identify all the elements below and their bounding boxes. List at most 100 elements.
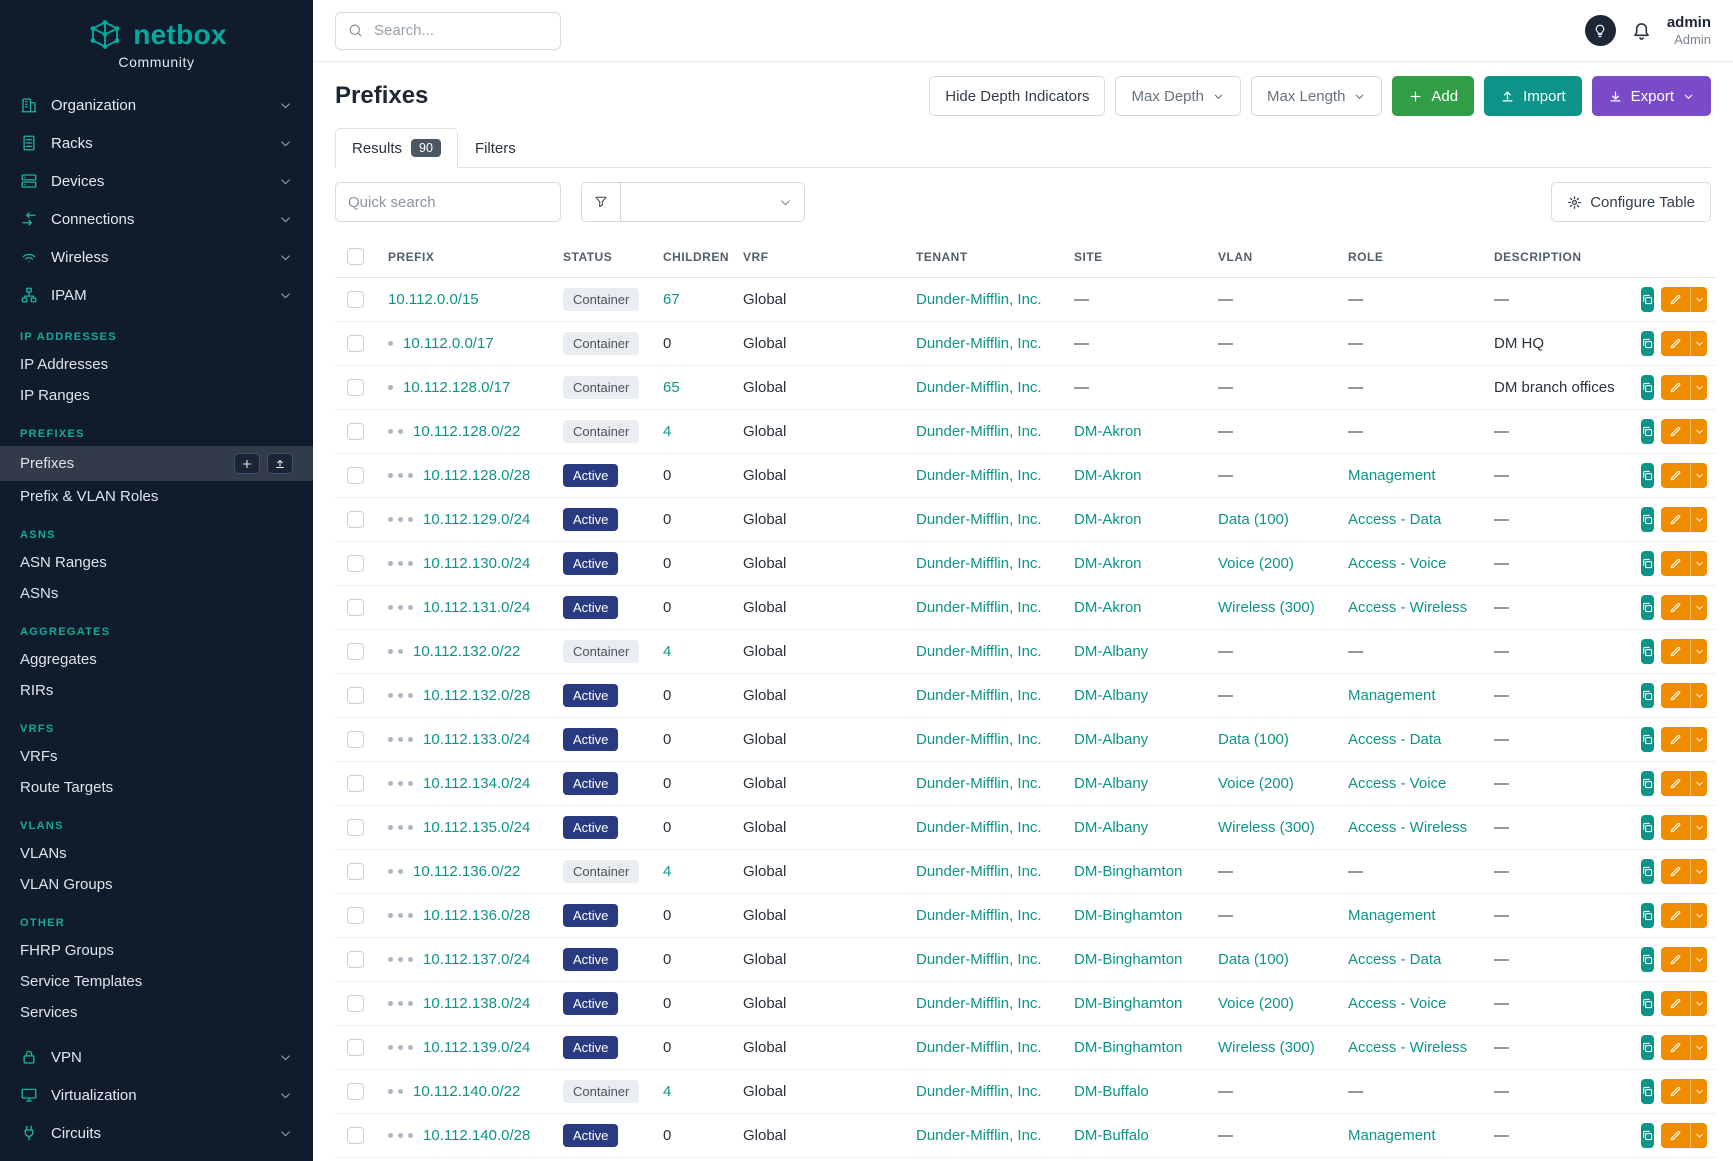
row-checkbox[interactable] <box>347 1083 364 1100</box>
row-checkbox[interactable] <box>347 995 364 1012</box>
clone-button[interactable] <box>1641 419 1654 444</box>
role-link[interactable]: Access - Wireless <box>1348 1039 1467 1056</box>
edit-dropdown-button[interactable] <box>1690 903 1707 928</box>
edit-button[interactable] <box>1661 639 1690 664</box>
role-link[interactable]: Management <box>1348 1127 1436 1144</box>
site-link[interactable]: DM-Akron <box>1074 423 1142 440</box>
site-link[interactable]: DM-Akron <box>1074 599 1142 616</box>
prefix-link[interactable]: 10.112.0.0/17 <box>403 335 494 352</box>
import-button[interactable]: Import <box>1484 76 1582 116</box>
row-checkbox[interactable] <box>347 863 364 880</box>
site-link[interactable]: DM-Binghamton <box>1074 863 1182 880</box>
tenant-link[interactable]: Dunder-Mifflin, Inc. <box>916 863 1042 880</box>
row-checkbox[interactable] <box>347 379 364 396</box>
tenant-link[interactable]: Dunder-Mifflin, Inc. <box>916 951 1042 968</box>
tab-filters[interactable]: Filters <box>458 128 533 168</box>
edit-button[interactable] <box>1661 551 1690 576</box>
row-checkbox[interactable] <box>347 511 364 528</box>
sidebar-item-aggregates[interactable]: Aggregates <box>0 644 313 675</box>
sidebar-item-organization[interactable]: Organization <box>0 86 313 124</box>
children-link[interactable]: 4 <box>663 643 671 660</box>
tenant-link[interactable]: Dunder-Mifflin, Inc. <box>916 1127 1042 1144</box>
role-link[interactable]: Management <box>1348 687 1436 704</box>
tenant-link[interactable]: Dunder-Mifflin, Inc. <box>916 995 1042 1012</box>
dark-mode-toggle-button[interactable] <box>1585 15 1616 46</box>
prefix-link[interactable]: 10.112.129.0/24 <box>423 511 530 528</box>
row-checkbox[interactable] <box>347 335 364 352</box>
prefix-link[interactable]: 10.112.132.0/28 <box>423 687 530 704</box>
sidebar-item-service-templates[interactable]: Service Templates <box>0 966 313 997</box>
row-checkbox[interactable] <box>347 907 364 924</box>
site-link[interactable]: DM-Binghamton <box>1074 907 1182 924</box>
tenant-link[interactable]: Dunder-Mifflin, Inc. <box>916 907 1042 924</box>
clone-button[interactable] <box>1641 1035 1654 1060</box>
clone-button[interactable] <box>1641 1123 1654 1148</box>
site-link[interactable]: DM-Binghamton <box>1074 951 1182 968</box>
filter-button[interactable] <box>581 182 621 222</box>
tenant-link[interactable]: Dunder-Mifflin, Inc. <box>916 467 1042 484</box>
sidebar-item-devices[interactable]: Devices <box>0 162 313 200</box>
prefix-link[interactable]: 10.112.132.0/22 <box>413 643 520 660</box>
prefix-link[interactable]: 10.112.137.0/24 <box>423 951 530 968</box>
clone-button[interactable] <box>1641 551 1654 576</box>
saved-filter-select[interactable] <box>621 182 805 222</box>
export-button[interactable]: Export <box>1592 76 1711 116</box>
notifications-bell-icon[interactable] <box>1631 20 1652 41</box>
edit-dropdown-button[interactable] <box>1690 683 1707 708</box>
row-checkbox[interactable] <box>347 1127 364 1144</box>
clone-button[interactable] <box>1641 1079 1654 1104</box>
edit-dropdown-button[interactable] <box>1690 771 1707 796</box>
row-checkbox[interactable] <box>347 731 364 748</box>
sidebar-item-vlans[interactable]: VLANs <box>0 838 313 869</box>
edit-dropdown-button[interactable] <box>1690 551 1707 576</box>
sidebar-item-vrfs[interactable]: VRFs <box>0 741 313 772</box>
edit-dropdown-button[interactable] <box>1690 331 1707 356</box>
edit-dropdown-button[interactable] <box>1690 463 1707 488</box>
sidebar-item-services[interactable]: Services <box>0 997 313 1028</box>
edit-button[interactable] <box>1661 375 1690 400</box>
sidebar-item-ipam[interactable]: IPAM <box>0 276 313 314</box>
tab-results[interactable]: Results90 <box>335 128 458 168</box>
tenant-link[interactable]: Dunder-Mifflin, Inc. <box>916 1083 1042 1100</box>
edit-button[interactable] <box>1661 287 1690 312</box>
row-checkbox[interactable] <box>347 599 364 616</box>
children-link[interactable]: 4 <box>663 863 671 880</box>
role-link[interactable]: Access - Voice <box>1348 555 1446 572</box>
row-checkbox[interactable] <box>347 555 364 572</box>
row-checkbox[interactable] <box>347 687 364 704</box>
edit-dropdown-button[interactable] <box>1690 419 1707 444</box>
tenant-link[interactable]: Dunder-Mifflin, Inc. <box>916 775 1042 792</box>
children-link[interactable]: 67 <box>663 291 680 308</box>
edit-dropdown-button[interactable] <box>1690 507 1707 532</box>
prefix-link[interactable]: 10.112.136.0/22 <box>413 863 520 880</box>
prefix-link[interactable]: 10.112.136.0/28 <box>423 907 530 924</box>
tenant-link[interactable]: Dunder-Mifflin, Inc. <box>916 1039 1042 1056</box>
prefix-link[interactable]: 10.112.135.0/24 <box>423 819 530 836</box>
vlan-link[interactable]: Wireless (300) <box>1218 1039 1315 1056</box>
role-link[interactable]: Access - Data <box>1348 731 1441 748</box>
edit-dropdown-button[interactable] <box>1690 639 1707 664</box>
edit-button[interactable] <box>1661 331 1690 356</box>
children-link[interactable]: 4 <box>663 1083 671 1100</box>
sidebar-item-vpn[interactable]: VPN <box>0 1038 313 1076</box>
site-link[interactable]: DM-Albany <box>1074 775 1148 792</box>
site-link[interactable]: DM-Binghamton <box>1074 995 1182 1012</box>
sidebar-item-ip-ranges[interactable]: IP Ranges <box>0 380 313 411</box>
role-link[interactable]: Access - Voice <box>1348 775 1446 792</box>
sidebar-item-prefix-vlan-roles[interactable]: Prefix & VLAN Roles <box>0 481 313 512</box>
edit-button[interactable] <box>1661 859 1690 884</box>
tenant-link[interactable]: Dunder-Mifflin, Inc. <box>916 511 1042 528</box>
row-checkbox[interactable] <box>347 467 364 484</box>
clone-button[interactable] <box>1641 903 1654 928</box>
edit-dropdown-button[interactable] <box>1690 859 1707 884</box>
tenant-link[interactable]: Dunder-Mifflin, Inc. <box>916 819 1042 836</box>
vlan-link[interactable]: Wireless (300) <box>1218 819 1315 836</box>
tenant-link[interactable]: Dunder-Mifflin, Inc. <box>916 291 1042 308</box>
prefix-link[interactable]: 10.112.128.0/28 <box>423 467 530 484</box>
clone-button[interactable] <box>1641 859 1654 884</box>
edit-button[interactable] <box>1661 507 1690 532</box>
tenant-link[interactable]: Dunder-Mifflin, Inc. <box>916 555 1042 572</box>
configure-table-button[interactable]: Configure Table <box>1551 182 1711 222</box>
tenant-link[interactable]: Dunder-Mifflin, Inc. <box>916 423 1042 440</box>
edit-button[interactable] <box>1661 419 1690 444</box>
